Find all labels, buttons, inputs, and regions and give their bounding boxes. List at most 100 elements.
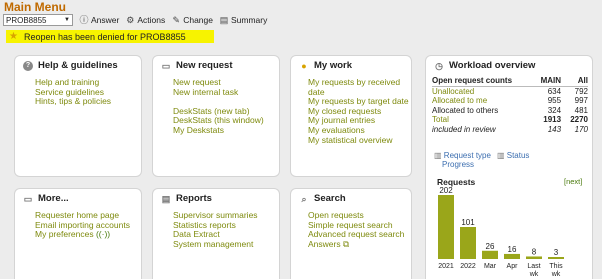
document-icon: ▤: [161, 193, 171, 204]
bar-chart-icon: ▥: [496, 151, 505, 160]
table-row: Allocated to me 955 997: [432, 96, 588, 106]
status-link[interactable]: ▥ Status: [497, 151, 529, 160]
category-label: 2022: [460, 263, 476, 270]
actions-label: Actions: [137, 15, 166, 25]
workload-table: Open request counts MAIN All Unallocated…: [432, 76, 588, 134]
table-row: Allocated to others 324 481: [432, 106, 588, 116]
help-link[interactable]: Hints, tips & policies: [35, 97, 141, 107]
my-work-card-header: ● My work: [291, 56, 411, 71]
new-internal-task-link[interactable]: New internal task: [173, 87, 279, 98]
bar-last-wk[interactable]: [526, 256, 542, 259]
category-label: Apr: [507, 263, 519, 270]
answers-link[interactable]: Answers ⧉: [308, 238, 411, 250]
search-icon: ⌕: [301, 193, 307, 204]
gear-icon: ⚙: [126, 15, 135, 25]
bar-chart-icon: ▥: [434, 151, 442, 160]
table-row: Total 1913 2270: [432, 115, 588, 125]
change-button[interactable]: ✎ Change: [171, 15, 213, 25]
bar-2021[interactable]: [438, 195, 454, 259]
bar-value-label: 16: [508, 245, 517, 254]
included-in-review: included in review: [432, 125, 531, 135]
table-row: Unallocated 634 792: [432, 86, 588, 96]
system-management-link[interactable]: System management: [173, 239, 279, 250]
external-link-icon: ⧉: [342, 238, 350, 249]
reports-card-title: Reports: [176, 193, 212, 204]
count-main: 1913: [543, 115, 562, 124]
allocated-to-me-link[interactable]: Allocated to me: [432, 96, 531, 106]
category-label: Mar: [484, 263, 497, 270]
wireless-icon: ((·)): [95, 229, 111, 240]
unallocated-link[interactable]: Unallocated: [432, 86, 531, 96]
bar-value-label: 101: [461, 218, 475, 227]
category-label: This: [549, 263, 563, 270]
my-work-link[interactable]: My statistical overview: [308, 135, 411, 146]
category-label: 2021: [438, 263, 454, 270]
toolbar: PROB8855 ▼ ⓘ Answer ⚙ Actions ✎ Change ▤…: [3, 13, 267, 27]
count-main: 324: [547, 105, 562, 115]
category-label: wk: [551, 271, 561, 278]
request-select-value: PROB8855: [6, 15, 47, 25]
answer-label: Answer: [91, 15, 120, 25]
bar-value-label: 26: [486, 242, 495, 251]
new-request-card: ▭ New request New request New internal t…: [152, 55, 280, 177]
my-work-link[interactable]: My requests by received date: [308, 77, 406, 97]
clock-icon: ◷: [435, 60, 443, 71]
bar-value-label: 202: [439, 186, 453, 195]
my-preferences-link[interactable]: My preferences ((·)): [35, 229, 141, 240]
my-work-card: ● My work My requests by received date M…: [290, 55, 412, 177]
new-request-card-header: ▭ New request: [153, 56, 279, 71]
reports-card-header: ▤ Reports: [153, 189, 279, 204]
col-header: Open request counts: [432, 76, 531, 87]
row-label: included in review: [432, 124, 496, 134]
col-header: MAIN: [530, 76, 562, 87]
my-preferences-label: My preferences: [35, 229, 94, 240]
info-icon: ⓘ: [79, 15, 89, 25]
bar-value-label: 8: [532, 247, 537, 256]
requests-chart: 2022021101202226Mar16Apr8Lastwk3Thiswk: [438, 186, 564, 278]
request-select[interactable]: PROB8855 ▼: [3, 14, 73, 26]
category-label: wk: [529, 271, 539, 278]
new-request-card-title: New request: [176, 60, 233, 71]
bar-apr[interactable]: [504, 253, 520, 259]
row-label: Allocated to others: [432, 105, 499, 115]
bar-value-label: 3: [554, 248, 559, 257]
notice-text: Reopen has been denied for PROB8855: [23, 31, 186, 42]
actions-button[interactable]: ⚙ Actions: [125, 15, 165, 25]
count-all: 481: [574, 105, 588, 115]
workload-card-header: ◷ Workload overview: [426, 56, 592, 71]
more-card-header: ▭ More...: [15, 189, 141, 204]
document-icon: ▭: [161, 60, 171, 71]
change-label: Change: [183, 15, 213, 25]
answers-label: Answers: [308, 238, 341, 249]
progress-link[interactable]: Progress: [434, 160, 529, 169]
bar-2022[interactable]: [460, 227, 476, 259]
my-deskstats-link[interactable]: My Deskstats: [173, 125, 279, 136]
count-main: 955: [547, 96, 562, 105]
request-type-link[interactable]: ▥ Request type: [434, 151, 491, 160]
help-icon: ?: [23, 60, 33, 71]
help-card-header: ? Help & guidelines: [15, 56, 141, 71]
window-icon: ▭: [23, 193, 33, 204]
more-card-title: More...: [38, 193, 69, 204]
bar-mar[interactable]: [482, 250, 498, 259]
count-all: 792: [574, 86, 588, 96]
col-header: All: [561, 76, 588, 87]
my-work-card-title: My work: [314, 60, 353, 71]
help-card-title: Help & guidelines: [38, 60, 118, 71]
edit-icon: ✎: [172, 15, 180, 25]
notice-banner: ★ Reopen has been denied for PROB8855: [6, 30, 214, 43]
summary-label: Summary: [231, 15, 268, 25]
help-card: ? Help & guidelines Help and training Se…: [14, 55, 142, 177]
page-title: Main Menu: [4, 0, 66, 14]
search-card-title: Search: [314, 193, 346, 204]
search-card: ⌕ Search Open requests Simple request se…: [290, 188, 412, 279]
summary-button[interactable]: ▤ Summary: [219, 15, 268, 25]
bar-this-wk[interactable]: [548, 257, 564, 259]
search-card-header: ⌕ Search: [291, 189, 411, 204]
request-type-label: Request type: [443, 151, 491, 160]
category-label: Last: [527, 263, 540, 270]
count-main: 143: [547, 124, 562, 134]
total-link[interactable]: Total: [432, 115, 531, 125]
chevron-down-icon: ▼: [64, 17, 70, 23]
answer-button[interactable]: ⓘ Answer: [79, 15, 119, 25]
